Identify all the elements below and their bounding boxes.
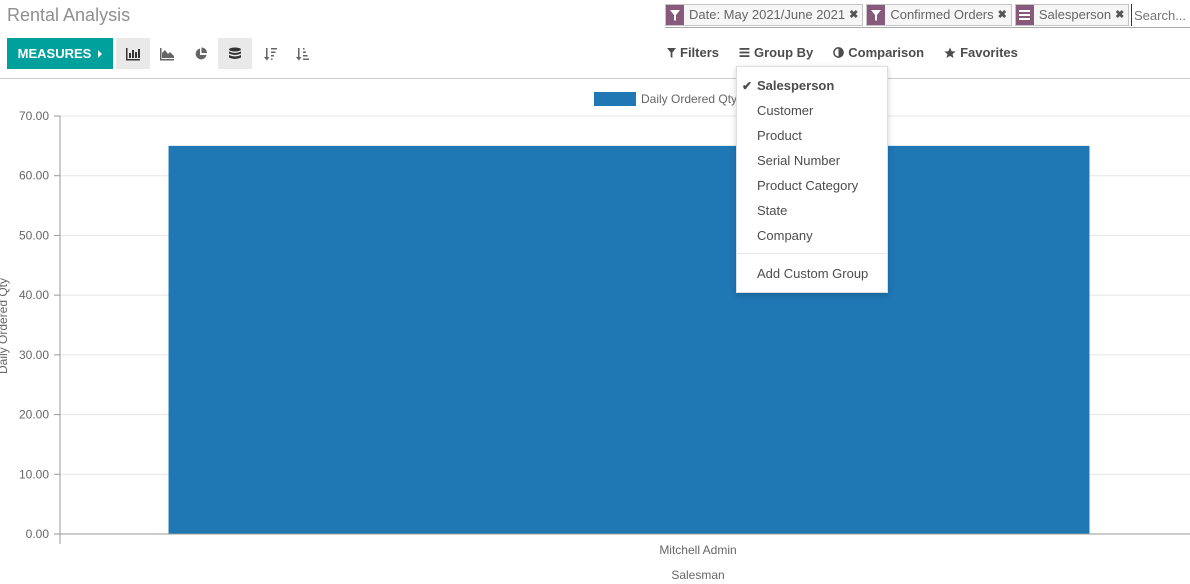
comparison-button[interactable]: Comparison <box>833 45 924 60</box>
y-axis-ticks: 0.00 10.00 20.00 30.00 40.00 50.00 60.00 70.00 <box>19 109 60 541</box>
pie-chart-button[interactable] <box>184 38 218 69</box>
sort-ascending-icon <box>296 47 309 60</box>
y-axis-label: Daily Ordered Qty <box>0 278 10 374</box>
group-by-dropdown: ✔ Salesperson Customer Product Serial Nu… <box>736 66 888 293</box>
group-by-item-salesperson[interactable]: ✔ Salesperson <box>742 78 835 93</box>
bar[interactable] <box>168 145 1090 534</box>
pie-chart-icon <box>195 47 207 59</box>
x-axis-label: Salesman <box>671 568 724 582</box>
group-by-item-company[interactable]: Company <box>757 228 813 243</box>
close-icon[interactable]: ✖ <box>1115 5 1128 25</box>
item-label: Salesperson <box>757 78 835 93</box>
facet-label: Confirmed Orders <box>890 7 994 22</box>
facet-label: Salesperson <box>1038 7 1112 22</box>
y-tick-label: 10.00 <box>19 467 49 481</box>
search-options: Filters Group By Comparison Favorites <box>667 45 1038 60</box>
measures-button[interactable]: MEASURES <box>7 38 113 69</box>
filter-icon <box>667 47 676 58</box>
star-icon <box>944 47 956 58</box>
close-icon[interactable]: ✖ <box>998 5 1011 25</box>
group-by-item-serial-number[interactable]: Serial Number <box>757 153 840 168</box>
sort-descending-icon <box>264 47 277 60</box>
favorites-label: Favorites <box>960 45 1018 60</box>
filter-icon <box>867 5 886 25</box>
legend-label: Daily Ordered Qty <box>641 92 737 106</box>
bars-icon <box>739 48 750 57</box>
control-panel: Rental Analysis MEASURES Date: May 2021/… <box>0 0 1190 79</box>
favorites-button[interactable]: Favorites <box>944 45 1018 60</box>
bar-chart-icon <box>126 47 140 60</box>
group-by-item-product-category[interactable]: Product Category <box>757 178 858 193</box>
group-by-label: Group By <box>754 45 814 60</box>
y-tick-label: 60.00 <box>19 169 49 183</box>
bar-chart: 0.0010.0020.0030.0040.0050.0060.0070.00 … <box>0 92 1190 582</box>
bar-chart-button[interactable] <box>116 38 150 69</box>
caret-right-icon <box>98 49 103 58</box>
line-chart-button[interactable] <box>150 38 184 69</box>
sort-descending-button[interactable] <box>254 38 288 69</box>
y-tick-label: 0.00 <box>26 527 50 541</box>
check-icon: ✔ <box>742 79 753 93</box>
search-input[interactable] <box>1131 4 1190 26</box>
x-tick-label: Mitchell Admin <box>659 543 736 557</box>
adjust-icon <box>833 47 845 58</box>
y-tick-label: 30.00 <box>19 348 49 362</box>
dropdown-divider <box>737 253 887 254</box>
group-by-item-customer[interactable]: Customer <box>757 103 813 118</box>
group-by-icon <box>1015 5 1034 25</box>
measures-label: MEASURES <box>17 46 92 61</box>
group-by-button[interactable]: Group By <box>739 45 813 60</box>
search-underline <box>665 27 1190 28</box>
database-icon <box>229 47 241 59</box>
x-axis-ticks: Mitchell Admin <box>659 543 736 557</box>
y-tick-label: 40.00 <box>19 288 49 302</box>
add-custom-group-button[interactable]: Add Custom Group <box>757 266 868 281</box>
sort-ascending-button[interactable] <box>286 38 320 69</box>
close-icon[interactable]: ✖ <box>849 5 862 25</box>
stacked-button[interactable] <box>218 38 252 69</box>
filters-label: Filters <box>680 45 720 60</box>
search-facets: Date: May 2021/June 2021 ✖ Confirmed Ord… <box>665 4 1130 26</box>
area-chart-icon <box>160 47 174 60</box>
group-by-item-state[interactable]: State <box>757 203 787 218</box>
legend[interactable]: Daily Ordered Qty <box>594 92 737 106</box>
filter-icon <box>666 5 684 25</box>
y-tick-label: 50.00 <box>19 228 49 242</box>
facet-date[interactable]: Date: May 2021/June 2021 ✖ <box>665 4 864 26</box>
page-title: Rental Analysis <box>7 5 131 25</box>
facet-salesperson[interactable]: Salesperson ✖ <box>1014 4 1130 26</box>
group-by-item-product[interactable]: Product <box>757 128 802 143</box>
comparison-label: Comparison <box>848 45 925 60</box>
legend-swatch <box>594 92 636 106</box>
bars <box>168 145 1090 534</box>
filters-button[interactable]: Filters <box>667 45 719 60</box>
facet-label: Date: May 2021/June 2021 <box>689 7 846 22</box>
y-tick-label: 70.00 <box>19 109 49 123</box>
y-tick-label: 20.00 <box>19 408 49 422</box>
facet-confirmed-orders[interactable]: Confirmed Orders ✖ <box>866 4 1012 26</box>
